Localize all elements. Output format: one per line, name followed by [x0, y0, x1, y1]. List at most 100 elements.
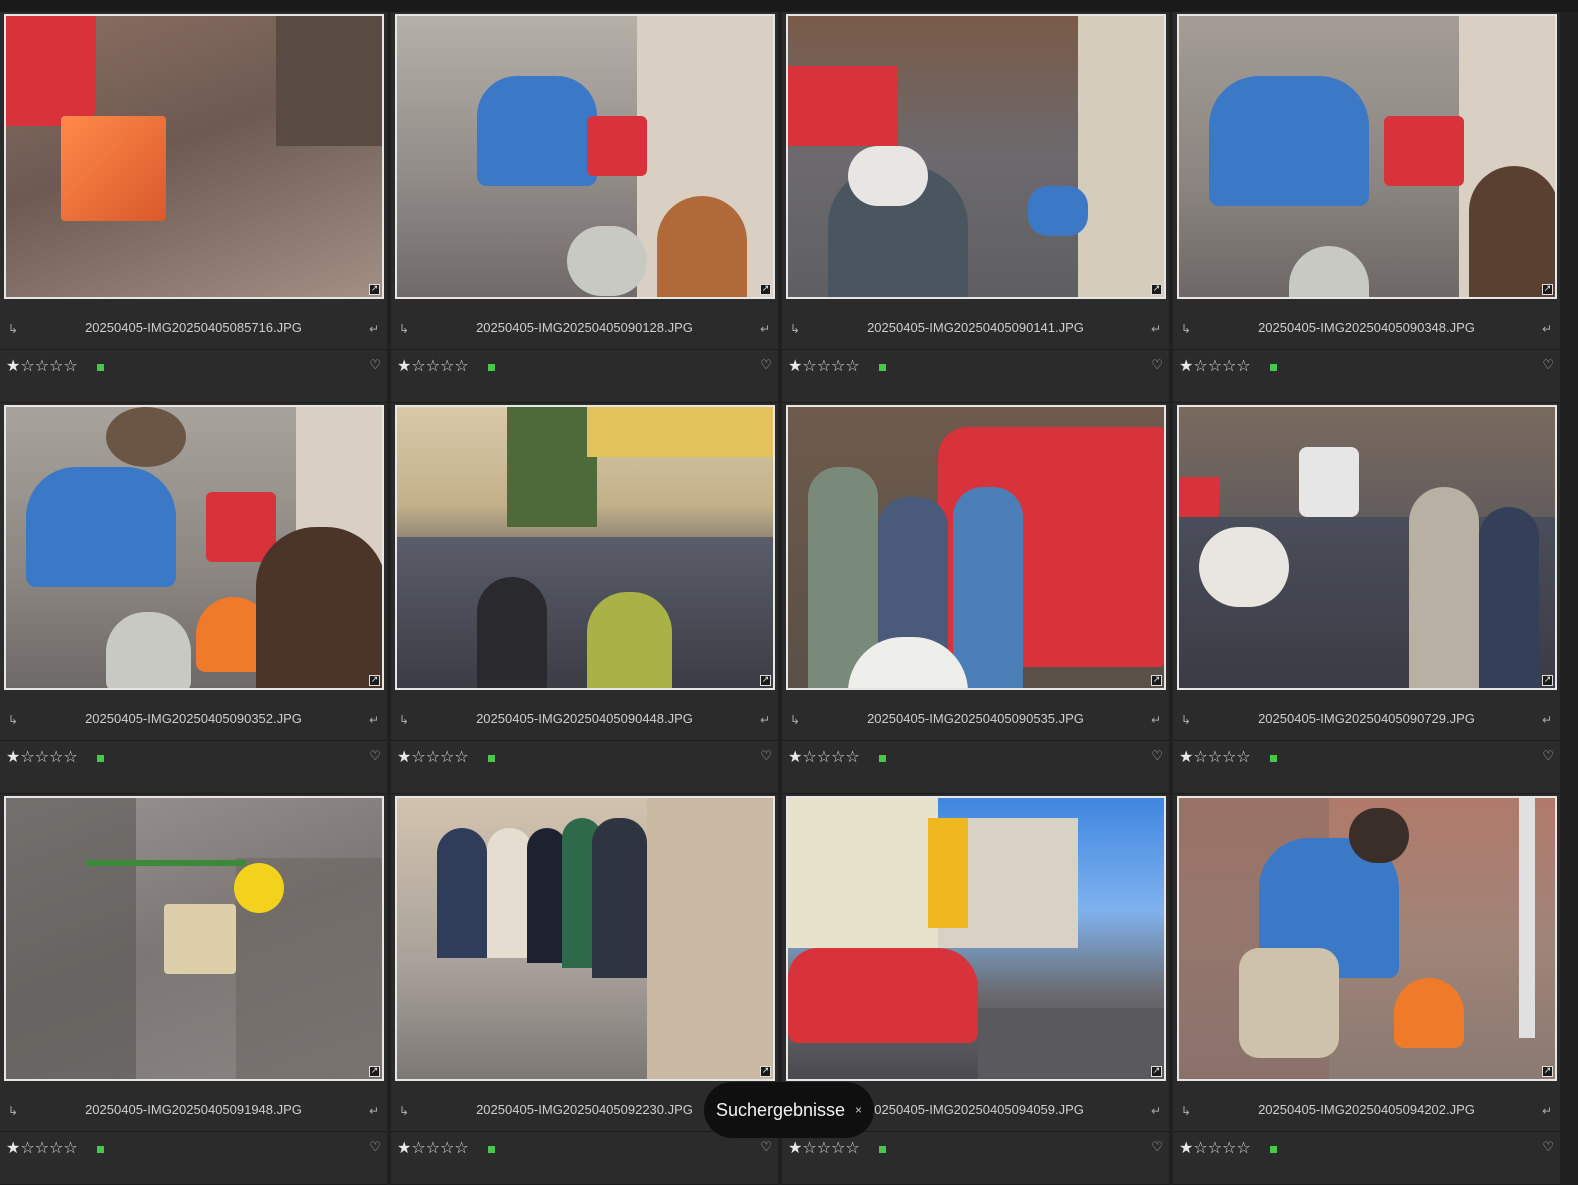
edit-badge-icon: ↗ [1151, 675, 1162, 686]
favorite-heart-icon[interactable]: ♡ [1151, 749, 1163, 764]
thumbnail-image[interactable]: ↗ [4, 796, 384, 1081]
star-rating[interactable]: ★☆☆☆☆ [1179, 1138, 1251, 1157]
star-rating[interactable]: ★☆☆☆☆ [788, 356, 860, 375]
edit-badge-icon: ↗ [369, 675, 380, 686]
favorite-heart-icon[interactable]: ♡ [369, 1140, 381, 1155]
thumbnail-cell[interactable]: ↗ ↳ 20250405-IMG20250405090141.JPG ↵ ★☆☆… [782, 12, 1169, 403]
altered-icon[interactable]: ↵ [760, 713, 770, 727]
divider [1173, 1131, 1560, 1132]
color-label-green[interactable] [97, 755, 104, 762]
star-rating[interactable]: ★☆☆☆☆ [397, 747, 469, 766]
color-label-green[interactable] [488, 364, 495, 371]
color-label-green[interactable] [488, 1146, 495, 1153]
edit-badge-icon: ↗ [760, 1066, 771, 1077]
star-rating[interactable]: ★☆☆☆☆ [397, 1138, 469, 1157]
favorite-heart-icon[interactable]: ♡ [1542, 1140, 1554, 1155]
divider [391, 740, 778, 741]
altered-icon[interactable]: ↵ [369, 1104, 379, 1118]
color-label-green[interactable] [488, 755, 495, 762]
lighttable-grid: ↗ ↳ 20250405-IMG20250405085716.JPG ↵ ★☆☆… [0, 12, 1560, 1185]
edit-badge-icon: ↗ [760, 284, 771, 295]
thumbnail-image[interactable]: ↗ [395, 796, 775, 1081]
star-rating[interactable]: ★☆☆☆☆ [6, 356, 78, 375]
color-label-green[interactable] [1270, 755, 1277, 762]
edit-badge-icon: ↗ [1151, 284, 1162, 295]
altered-icon[interactable]: ↵ [760, 322, 770, 336]
edit-badge-icon: ↗ [1542, 284, 1553, 295]
thumbnail-filename: 20250405-IMG20250405090348.JPG [1258, 320, 1475, 335]
star-rating[interactable]: ★☆☆☆☆ [397, 356, 469, 375]
divider [1173, 349, 1560, 350]
star-rating[interactable]: ★☆☆☆☆ [6, 747, 78, 766]
color-label-green[interactable] [879, 755, 886, 762]
altered-icon[interactable]: ↵ [1151, 322, 1161, 336]
favorite-heart-icon[interactable]: ♡ [1151, 358, 1163, 373]
thumbnail-cell[interactable]: ↗ ↳ 20250405-IMG20250405085716.JPG ↵ ★☆☆… [0, 12, 387, 403]
thumbnail-cell[interactable]: ↗ ↳ 20250405-IMG20250405090448.JPG ↵ ★☆☆… [391, 403, 778, 794]
favorite-heart-icon[interactable]: ♡ [369, 358, 381, 373]
thumbnail-filename: 20250405-IMG20250405090141.JPG [867, 320, 1084, 335]
favorite-heart-icon[interactable]: ♡ [1542, 358, 1554, 373]
color-label-green[interactable] [1270, 364, 1277, 371]
color-label-green[interactable] [879, 1146, 886, 1153]
favorite-heart-icon[interactable]: ♡ [760, 749, 772, 764]
favorite-heart-icon[interactable]: ♡ [369, 749, 381, 764]
divider [0, 1131, 387, 1132]
altered-icon[interactable]: ↵ [1151, 713, 1161, 727]
divider [1173, 740, 1560, 741]
thumbnail-image[interactable]: ↗ [1177, 14, 1557, 299]
color-label-green[interactable] [879, 364, 886, 371]
thumbnail-image[interactable]: ↗ [4, 405, 384, 690]
thumbnail-image[interactable]: ↗ [395, 405, 775, 690]
star-rating[interactable]: ★☆☆☆☆ [1179, 356, 1251, 375]
divider [782, 740, 1169, 741]
favorite-heart-icon[interactable]: ♡ [760, 358, 772, 373]
edit-badge-icon: ↗ [1542, 1066, 1553, 1077]
altered-icon[interactable]: ↵ [369, 322, 379, 336]
thumbnail-image[interactable]: ↗ [1177, 405, 1557, 690]
altered-icon[interactable]: ↵ [369, 713, 379, 727]
color-label-green[interactable] [97, 1146, 104, 1153]
favorite-heart-icon[interactable]: ♡ [1542, 749, 1554, 764]
color-label-green[interactable] [1270, 1146, 1277, 1153]
thumbnail-image[interactable]: ↗ [786, 14, 1166, 299]
thumbnail-filename: 20250405-IMG20250405090729.JPG [1258, 711, 1475, 726]
thumbnail-filename: 20250405-IMG20250405085716.JPG [85, 320, 302, 335]
thumbnail-image[interactable]: ↗ [786, 405, 1166, 690]
thumbnail-cell[interactable]: ↗ ↳ 20250405-IMG20250405090535.JPG ↵ ★☆☆… [782, 403, 1169, 794]
star-rating[interactable]: ★☆☆☆☆ [788, 747, 860, 766]
divider [0, 740, 387, 741]
star-rating[interactable]: ★☆☆☆☆ [788, 1138, 860, 1157]
divider [782, 349, 1169, 350]
edit-badge-icon: ↗ [369, 284, 380, 295]
thumbnail-image[interactable]: ↗ [786, 796, 1166, 1081]
thumbnail-image[interactable]: ↗ [1177, 796, 1557, 1081]
thumbnail-image[interactable]: ↗ [4, 14, 384, 299]
favorite-heart-icon[interactable]: ♡ [1151, 1140, 1163, 1155]
thumbnail-filename: 20250405-IMG20250405090535.JPG [867, 711, 1084, 726]
thumbnail-cell[interactable]: ↗ ↳ 20250405-IMG20250405090348.JPG ↵ ★☆☆… [1173, 12, 1560, 403]
search-results-toast[interactable]: Suchergebnisse × [704, 1082, 874, 1138]
thumbnail-cell[interactable]: ↗ ↳ 20250405-IMG20250405091948.JPG ↵ ★☆☆… [0, 794, 387, 1185]
toast-label: Suchergebnisse [715, 1099, 846, 1120]
star-rating[interactable]: ★☆☆☆☆ [6, 1138, 78, 1157]
thumbnail-cell[interactable]: ↗ ↳ 20250405-IMG20250405090729.JPG ↵ ★☆☆… [1173, 403, 1560, 794]
color-label-green[interactable] [97, 364, 104, 371]
altered-icon[interactable]: ↵ [1542, 1104, 1552, 1118]
thumbnail-image[interactable]: ↗ [395, 14, 775, 299]
thumbnail-filename: 20250405-IMG20250405094202.JPG [1258, 1102, 1475, 1117]
close-icon[interactable]: × [855, 1103, 862, 1117]
thumbnail-filename: 20250405-IMG20250405091948.JPG [85, 1102, 302, 1117]
altered-icon[interactable]: ↵ [1151, 1104, 1161, 1118]
altered-icon[interactable]: ↵ [1542, 322, 1552, 336]
altered-icon[interactable]: ↵ [1542, 713, 1552, 727]
thumbnail-cell[interactable]: ↗ ↳ 20250405-IMG20250405090352.JPG ↵ ★☆☆… [0, 403, 387, 794]
top-bar [0, 0, 1578, 12]
thumbnail-filename: 20250405-IMG20250405090448.JPG [476, 711, 693, 726]
edit-badge-icon: ↗ [1542, 675, 1553, 686]
thumbnail-filename: 20250405-IMG20250405090352.JPG [85, 711, 302, 726]
thumbnail-cell[interactable]: ↗ ↳ 20250405-IMG20250405094202.JPG ↵ ★☆☆… [1173, 794, 1560, 1185]
favorite-heart-icon[interactable]: ♡ [760, 1140, 772, 1155]
star-rating[interactable]: ★☆☆☆☆ [1179, 747, 1251, 766]
thumbnail-cell[interactable]: ↗ ↳ 20250405-IMG20250405090128.JPG ↵ ★☆☆… [391, 12, 778, 403]
